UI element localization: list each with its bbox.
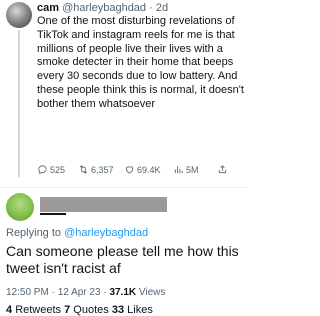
reply-icon — [38, 165, 47, 175]
views-icon — [174, 166, 183, 174]
replying-prefix: Replying to — [6, 227, 62, 239]
redacted-handle — [40, 213, 66, 215]
reply-text: Can someone please tell me how this twee… — [6, 243, 239, 276]
reply-count: 525 — [50, 164, 66, 175]
tweet-actions: 525 6,357 69.4K 5M — [37, 164, 245, 180]
retweet-icon — [79, 165, 88, 174]
replying-to: Replying to @harleybaghdad — [6, 227, 148, 240]
redacted-name — [40, 197, 167, 212]
meta-dot: · — [51, 287, 55, 298]
likes-count[interactable]: 33 — [112, 304, 124, 316]
retweets-count[interactable]: 4 — [6, 304, 12, 316]
quotes-label[interactable]: Quotes — [73, 304, 108, 316]
share-icon — [218, 165, 227, 174]
avatar[interactable] — [6, 2, 32, 28]
likes-label[interactable]: Likes — [127, 304, 153, 316]
user-handle[interactable]: @harleybaghdad — [62, 2, 146, 14]
separator-dot: · — [149, 2, 153, 14]
like-icon — [125, 166, 134, 174]
retweets-label[interactable]: Retweets — [15, 304, 61, 316]
replying-handle-link[interactable]: @harleybaghdad — [64, 227, 148, 239]
quotes-count[interactable]: 7 — [64, 304, 70, 316]
tweet-header: cam @harleybaghdad · 2d — [37, 2, 168, 15]
like-button[interactable]: 69.4K — [124, 164, 161, 175]
reply-button[interactable]: 525 — [37, 164, 65, 175]
reply-avatar[interactable] — [6, 193, 34, 221]
like-count: 69.4K — [137, 164, 161, 175]
tweet-text: One of the most disturbing revelations o… — [37, 15, 244, 110]
retweet-count: 6,357 — [91, 164, 114, 175]
views-count: 5M — [186, 164, 199, 175]
display-name[interactable]: cam — [37, 2, 59, 14]
retweet-button[interactable]: 6,357 — [78, 164, 114, 175]
reply-views-count: 37.1K — [109, 287, 137, 298]
meta-dot: · — [103, 287, 107, 298]
thread-line — [18, 30, 20, 177]
share-button[interactable] — [217, 164, 228, 175]
views-button[interactable]: 5M — [173, 164, 199, 175]
reply-meta: 12:50 PM · 12 Apr 23 · 37.1K Views — [6, 287, 165, 298]
divider — [0, 187, 248, 188]
reply-views-label: Views — [138, 287, 166, 298]
reply-time[interactable]: 12:50 PM — [6, 287, 49, 298]
tweet-age[interactable]: 2d — [156, 2, 168, 14]
stats-row: 4 Retweets 7 Quotes 33 Likes — [6, 304, 153, 316]
reply-date[interactable]: 12 Apr 23 — [58, 287, 101, 298]
